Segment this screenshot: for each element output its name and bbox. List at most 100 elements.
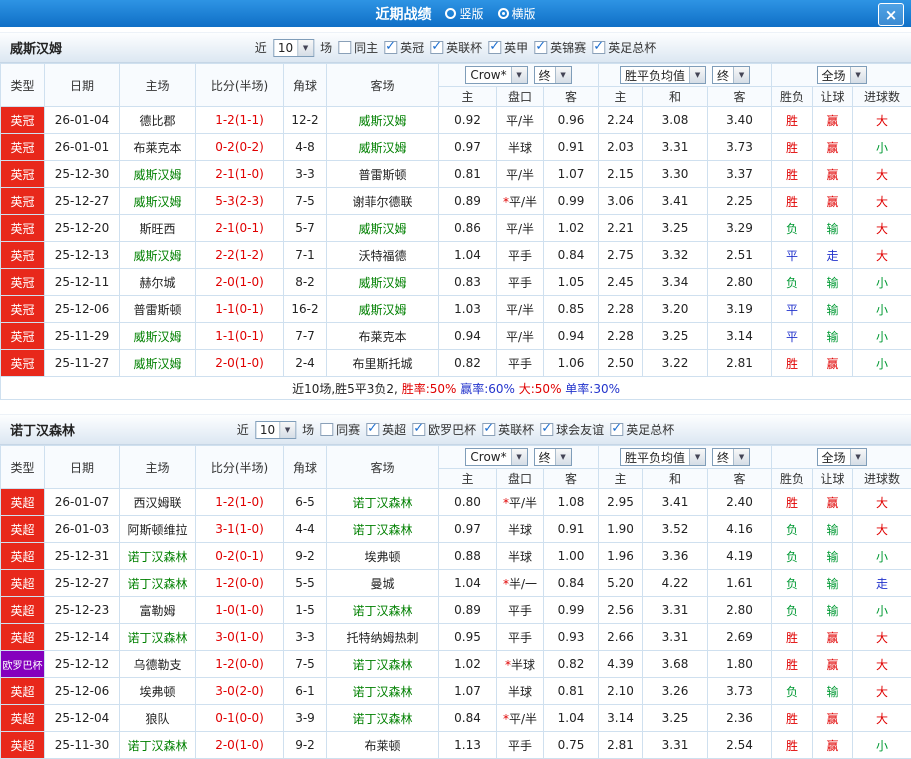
- radio-icon[interactable]: [498, 8, 509, 19]
- avg-away: 3.73: [708, 678, 772, 705]
- checkbox-icon[interactable]: [366, 423, 379, 436]
- home-team: 埃弗顿: [120, 678, 196, 705]
- filter-option-5[interactable]: 英足总杯: [592, 39, 656, 56]
- favorite-star: *: [503, 195, 509, 209]
- avg-home: 2.56: [599, 597, 643, 624]
- chevron-down-icon: ▼: [555, 67, 571, 83]
- column-subheader: 主: [599, 469, 643, 489]
- result-goals: 大: [853, 489, 911, 516]
- filter-option-3[interactable]: 英联杯: [482, 421, 534, 438]
- avg-home: 2.45: [599, 269, 643, 296]
- filter-label: 英超: [382, 421, 406, 438]
- result-wdl: 胜: [772, 651, 813, 678]
- match-date: 25-12-31: [45, 543, 120, 570]
- filter-option-0[interactable]: 同主: [338, 39, 378, 56]
- chevron-down-icon: ▼: [511, 449, 527, 465]
- column-subheader: 进球数: [853, 469, 911, 489]
- avg-home: 2.03: [599, 134, 643, 161]
- checkbox-icon[interactable]: [610, 423, 623, 436]
- avg-draw: 3.08: [643, 107, 708, 134]
- match-date: 25-11-30: [45, 732, 120, 759]
- match-date: 25-12-06: [45, 296, 120, 323]
- column-subheader: 让球: [813, 469, 853, 489]
- home-team: 诺丁汉森林: [120, 732, 196, 759]
- result-handicap: 赢: [813, 107, 853, 134]
- avg-away: 3.19: [708, 296, 772, 323]
- handicap: 平手: [497, 624, 544, 651]
- odds-final-select[interactable]: 终▼: [534, 448, 572, 466]
- filter-option-4[interactable]: 球会友谊: [540, 421, 604, 438]
- checkbox-icon[interactable]: [430, 41, 443, 54]
- checkbox-icon[interactable]: [412, 423, 425, 436]
- result-goals: 大: [853, 516, 911, 543]
- avg-away: 3.40: [708, 107, 772, 134]
- filter-option-5[interactable]: 英足总杯: [610, 421, 674, 438]
- checkbox-icon[interactable]: [534, 41, 547, 54]
- league-badge: 英冠: [1, 296, 45, 323]
- checkbox-icon[interactable]: [338, 41, 351, 54]
- filter-option-1[interactable]: 英冠: [384, 39, 424, 56]
- result-wdl: 胜: [772, 161, 813, 188]
- view-option-0[interactable]: 竖版: [445, 5, 483, 22]
- odds-away: 0.85: [544, 296, 599, 323]
- filter-option-3[interactable]: 英甲: [488, 39, 528, 56]
- avg-final-select[interactable]: 终▼: [712, 66, 750, 84]
- result-goals: 大: [853, 107, 911, 134]
- recent-count-select-value: 10: [256, 422, 279, 438]
- league-badge: 英冠: [1, 215, 45, 242]
- away-team: 威斯汉姆: [327, 215, 439, 242]
- recent-count-select[interactable]: 10▼: [255, 421, 296, 439]
- corners: 7-5: [284, 651, 327, 678]
- column-header: 比分(半场): [196, 446, 284, 489]
- league-badge: 英超: [1, 516, 45, 543]
- avg-type-select[interactable]: 胜平负均值▼: [620, 66, 706, 84]
- away-team: 诺丁汉森林: [327, 678, 439, 705]
- match-date: 25-12-04: [45, 705, 120, 732]
- bookmaker-select[interactable]: Crow*▼: [465, 448, 527, 466]
- avg-away: 2.25: [708, 188, 772, 215]
- result-handicap: 输: [813, 597, 853, 624]
- scope-select[interactable]: 全场▼: [817, 448, 867, 466]
- handicap: 平/半: [497, 296, 544, 323]
- score: 2-0(1-0): [196, 350, 284, 377]
- chevron-down-icon: ▼: [733, 67, 749, 83]
- result-handicap: 赢: [813, 732, 853, 759]
- corners: 4-4: [284, 516, 327, 543]
- avg-away: 2.80: [708, 597, 772, 624]
- score: 2-1(0-1): [196, 215, 284, 242]
- result-handicap: 输: [813, 296, 853, 323]
- column-subheader: 胜负: [772, 87, 813, 107]
- filter-option-2[interactable]: 欧罗巴杯: [412, 421, 476, 438]
- checkbox-icon[interactable]: [592, 41, 605, 54]
- checkbox-icon[interactable]: [482, 423, 495, 436]
- avg-away: 2.54: [708, 732, 772, 759]
- result-wdl: 胜: [772, 624, 813, 651]
- corners: 7-1: [284, 242, 327, 269]
- scope-select[interactable]: 全场▼: [817, 66, 867, 84]
- match-date: 25-12-30: [45, 161, 120, 188]
- odds-home: 0.97: [439, 134, 497, 161]
- checkbox-icon[interactable]: [320, 423, 333, 436]
- summary-segment: 近10场,胜5平3负2,: [292, 382, 402, 396]
- filter-option-0[interactable]: 同赛: [320, 421, 360, 438]
- avg-type-select[interactable]: 胜平负均值▼: [620, 448, 706, 466]
- recent-suffix-label: 场: [302, 421, 314, 438]
- odds-away: 0.91: [544, 134, 599, 161]
- filter-option-4[interactable]: 英锦赛: [534, 39, 586, 56]
- close-button[interactable]: ×: [878, 3, 904, 26]
- bookmaker-select[interactable]: Crow*▼: [465, 66, 527, 84]
- checkbox-icon[interactable]: [384, 41, 397, 54]
- corners: 1-5: [284, 597, 327, 624]
- filter-option-2[interactable]: 英联杯: [430, 39, 482, 56]
- radio-icon[interactable]: [445, 8, 456, 19]
- column-header: 角球: [284, 64, 327, 107]
- handicap: 平手: [497, 242, 544, 269]
- checkbox-icon[interactable]: [540, 423, 553, 436]
- view-option-1[interactable]: 横版: [498, 5, 536, 22]
- odds-final-select[interactable]: 终▼: [534, 66, 572, 84]
- avg-away: 3.37: [708, 161, 772, 188]
- filter-option-1[interactable]: 英超: [366, 421, 406, 438]
- recent-count-select[interactable]: 10▼: [273, 39, 314, 57]
- avg-final-select[interactable]: 终▼: [712, 448, 750, 466]
- checkbox-icon[interactable]: [488, 41, 501, 54]
